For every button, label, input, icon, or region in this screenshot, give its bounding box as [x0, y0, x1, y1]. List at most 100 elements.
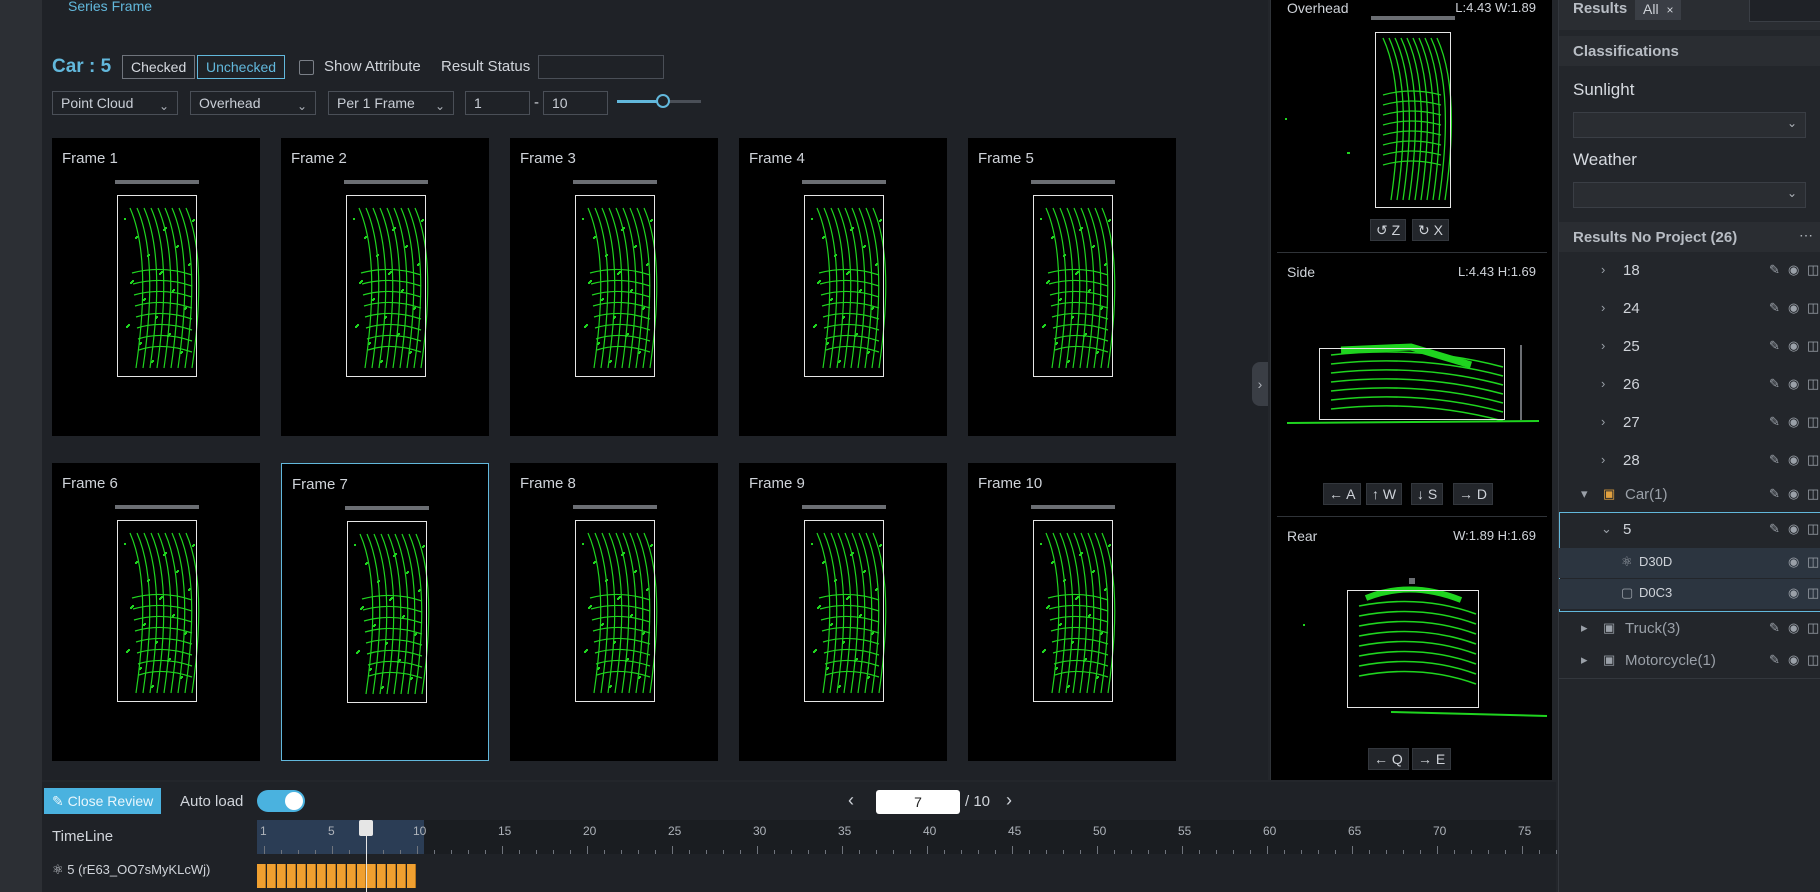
delete-icon[interactable]: ◫ [1807, 338, 1819, 354]
close-review-button[interactable]: ✎ Close Review [44, 788, 162, 814]
collapse-panel-handle[interactable]: › [1252, 362, 1268, 406]
edit-icon[interactable]: ✎ [1769, 620, 1780, 636]
delete-icon[interactable]: ◫ [1807, 414, 1819, 430]
result-item[interactable]: › 25 ✎ ◉ ◫ [1559, 332, 1820, 362]
rotate-z-button[interactable]: ↺ Z [1370, 219, 1407, 241]
eye-icon[interactable]: ◉ [1788, 262, 1799, 278]
edit-icon[interactable]: ✎ [1769, 452, 1780, 468]
move-a-button[interactable]: ← A [1323, 483, 1362, 505]
move-w-button[interactable]: ↑ W [1366, 483, 1403, 505]
sunlight-select[interactable]: ⌄ [1573, 112, 1806, 138]
frame-step-select[interactable]: Per 1 Frame ⌄ [328, 91, 454, 115]
frame-bounding-box[interactable] [117, 520, 197, 702]
result-item[interactable]: › 28 ✎ ◉ ◫ [1559, 446, 1820, 476]
auto-load-toggle[interactable] [257, 790, 305, 812]
unchecked-button[interactable]: Unchecked [197, 55, 286, 79]
chevron-right-icon[interactable]: › [1601, 300, 1605, 315]
chevron-right-icon[interactable]: › [1601, 338, 1605, 353]
move-s-button[interactable]: ↓ S [1411, 483, 1444, 505]
frame-card[interactable]: Frame 7 [281, 463, 489, 761]
weather-select[interactable]: ⌄ [1573, 182, 1806, 208]
results-search-input[interactable] [1749, 0, 1820, 22]
frame-slider-handle[interactable] [656, 94, 670, 108]
track-cell[interactable] [337, 864, 346, 888]
eye-icon[interactable]: ◉ [1788, 376, 1799, 392]
eye-icon[interactable]: ◉ [1788, 300, 1799, 316]
frame-bounding-box[interactable] [117, 195, 197, 377]
range-to-input[interactable]: 10 [543, 91, 608, 115]
edit-icon[interactable]: ✎ [1769, 521, 1780, 537]
edit-icon[interactable]: ✎ [1769, 414, 1780, 430]
track-cell[interactable] [287, 864, 296, 888]
truck-group[interactable]: ▸ ▣ Truck(3) ✎ ◉ ◫ [1559, 614, 1820, 644]
delete-icon[interactable]: ◫ [1807, 554, 1819, 570]
rotate-x-button[interactable]: ↻ X [1412, 219, 1449, 241]
rotate-e-button[interactable]: → E [1412, 748, 1452, 770]
frame-bounding-box[interactable] [1033, 195, 1113, 377]
frame-card[interactable]: Frame 1 [52, 138, 260, 436]
delete-icon[interactable]: ◫ [1807, 652, 1819, 668]
edit-icon[interactable]: ✎ [1769, 262, 1780, 278]
frame-bounding-box[interactable] [575, 520, 655, 702]
chevron-down-icon[interactable]: ⌄ [1601, 521, 1612, 537]
frame-bounding-box[interactable] [346, 195, 426, 377]
delete-icon[interactable]: ◫ [1807, 262, 1819, 278]
eye-icon[interactable]: ◉ [1788, 652, 1799, 668]
track-cell[interactable] [317, 864, 326, 888]
chevron-right-icon[interactable]: › [1601, 376, 1605, 391]
delete-icon[interactable]: ◫ [1807, 521, 1819, 537]
chevron-right-icon[interactable]: › [1601, 262, 1605, 277]
rotate-q-button[interactable]: ← Q [1368, 748, 1409, 770]
track-cell[interactable] [327, 864, 336, 888]
eye-icon[interactable]: ◉ [1788, 521, 1799, 537]
track-cell[interactable] [297, 864, 306, 888]
edit-icon[interactable]: ✎ [1769, 338, 1780, 354]
range-from-input[interactable]: 1 [465, 91, 530, 115]
checked-button[interactable]: Checked [122, 55, 196, 79]
delete-icon[interactable]: ◫ [1807, 376, 1819, 392]
track-cell[interactable] [387, 864, 396, 888]
delete-icon[interactable]: ◫ [1807, 486, 1819, 502]
rear-bounding-box[interactable] [1347, 590, 1479, 708]
track-cell[interactable] [407, 864, 416, 888]
view-mode-select[interactable]: Overhead ⌄ [190, 91, 316, 115]
chevron-right-icon[interactable]: › [1601, 452, 1605, 467]
result-item[interactable]: › 24 ✎ ◉ ◫ [1559, 294, 1820, 324]
prev-page-button[interactable]: ‹ [848, 790, 854, 811]
delete-icon[interactable]: ◫ [1807, 620, 1819, 636]
result-status-input[interactable] [538, 55, 664, 79]
eye-icon[interactable]: ◉ [1788, 486, 1799, 502]
caret-right-icon[interactable]: ▸ [1581, 620, 1588, 636]
caret-right-icon[interactable]: ▸ [1581, 652, 1588, 668]
frame-card[interactable]: Frame 2 [281, 138, 489, 436]
frame-card[interactable]: Frame 4 [739, 138, 947, 436]
frame-card[interactable]: Frame 6 [52, 463, 260, 761]
frame-bounding-box[interactable] [575, 195, 655, 377]
track-cell[interactable] [357, 864, 366, 888]
track-cell[interactable] [367, 864, 376, 888]
edit-icon[interactable]: ✎ [1769, 300, 1780, 316]
frame-bounding-box[interactable] [347, 521, 427, 703]
car-child-item[interactable]: ⚛ D30D ◉ ◫ [1559, 548, 1820, 578]
car-group[interactable]: ▾ ▣ Car(1) ✎ ◉ ◫ [1559, 480, 1820, 510]
frame-bounding-box[interactable] [804, 195, 884, 377]
eye-icon[interactable]: ◉ [1788, 585, 1799, 601]
car-item[interactable]: ⌄ 5 ✎ ◉ ◫ [1559, 515, 1820, 545]
side-bounding-box[interactable] [1319, 348, 1505, 420]
eye-icon[interactable]: ◉ [1788, 554, 1799, 570]
frame-card[interactable]: Frame 8 [510, 463, 718, 761]
caret-down-icon[interactable]: ▾ [1581, 486, 1588, 502]
track-cell[interactable] [277, 864, 286, 888]
chevron-right-icon[interactable]: › [1601, 414, 1605, 429]
overhead-bounding-box[interactable] [1375, 32, 1451, 208]
delete-icon[interactable]: ◫ [1807, 452, 1819, 468]
result-item[interactable]: › 26 ✎ ◉ ◫ [1559, 370, 1820, 400]
move-d-button[interactable]: → D [1453, 483, 1494, 505]
eye-icon[interactable]: ◉ [1788, 338, 1799, 354]
close-icon[interactable]: × [1666, 3, 1673, 17]
show-attribute-checkbox[interactable] [299, 60, 314, 75]
frame-card[interactable]: Frame 5 [968, 138, 1176, 436]
track-cell[interactable] [307, 864, 316, 888]
result-item[interactable]: › 18 ✎ ◉ ◫ [1559, 256, 1820, 286]
result-item[interactable]: › 27 ✎ ◉ ◫ [1559, 408, 1820, 438]
